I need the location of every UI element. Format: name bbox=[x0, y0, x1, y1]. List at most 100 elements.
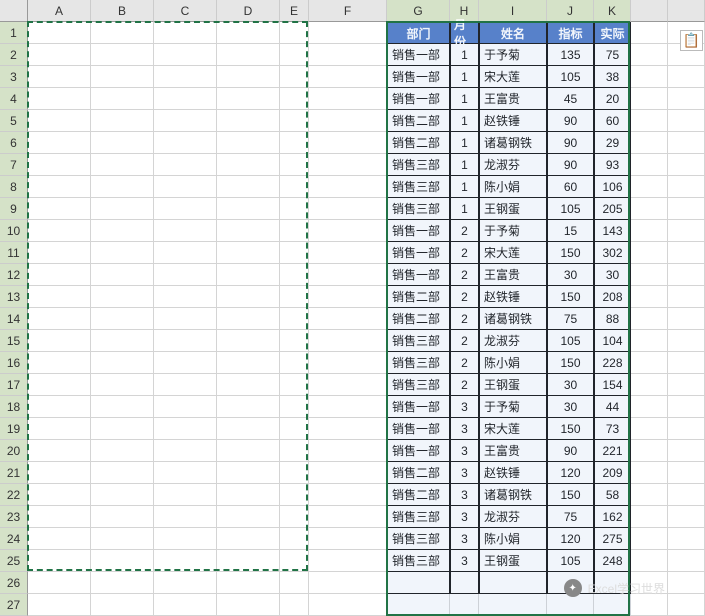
cell-B3[interactable] bbox=[91, 66, 154, 88]
cell-H12[interactable]: 2 bbox=[450, 264, 479, 286]
cell-L12[interactable] bbox=[631, 264, 668, 286]
cell-F10[interactable] bbox=[309, 220, 387, 242]
cell-J6[interactable]: 90 bbox=[547, 132, 594, 154]
cell-C20[interactable] bbox=[154, 440, 217, 462]
cell-G7[interactable]: 销售三部 bbox=[387, 154, 450, 176]
cell-K25[interactable]: 248 bbox=[594, 550, 631, 572]
cell-K4[interactable]: 20 bbox=[594, 88, 631, 110]
cell-C2[interactable] bbox=[154, 44, 217, 66]
cell-F12[interactable] bbox=[309, 264, 387, 286]
cell-D18[interactable] bbox=[217, 396, 280, 418]
col-header-E[interactable]: E bbox=[280, 0, 309, 22]
cell-L15[interactable] bbox=[631, 330, 668, 352]
cell-C22[interactable] bbox=[154, 484, 217, 506]
cell-E21[interactable] bbox=[280, 462, 309, 484]
spreadsheet-grid[interactable]: ABCDEFGHIJK1部门月份姓名指标实际2销售一部1于予菊135753销售一… bbox=[0, 0, 705, 616]
cell-I2[interactable]: 于予菊 bbox=[479, 44, 547, 66]
cell-I14[interactable]: 诸葛钢铁 bbox=[479, 308, 547, 330]
cell-C17[interactable] bbox=[154, 374, 217, 396]
cell-J4[interactable]: 45 bbox=[547, 88, 594, 110]
cell-C6[interactable] bbox=[154, 132, 217, 154]
cell-L9[interactable] bbox=[631, 198, 668, 220]
cell-B13[interactable] bbox=[91, 286, 154, 308]
cell-F11[interactable] bbox=[309, 242, 387, 264]
cell-J27[interactable] bbox=[547, 594, 594, 616]
cell-K7[interactable]: 93 bbox=[594, 154, 631, 176]
cell-B12[interactable] bbox=[91, 264, 154, 286]
cell-D11[interactable] bbox=[217, 242, 280, 264]
cell-A22[interactable] bbox=[28, 484, 91, 506]
row-header-7[interactable]: 7 bbox=[0, 154, 28, 176]
cell-G12[interactable]: 销售一部 bbox=[387, 264, 450, 286]
cell-I8[interactable]: 陈小娟 bbox=[479, 176, 547, 198]
cell-D26[interactable] bbox=[217, 572, 280, 594]
cell-K15[interactable]: 104 bbox=[594, 330, 631, 352]
cell-A17[interactable] bbox=[28, 374, 91, 396]
cell-L13[interactable] bbox=[631, 286, 668, 308]
row-header-14[interactable]: 14 bbox=[0, 308, 28, 330]
cell-H16[interactable]: 2 bbox=[450, 352, 479, 374]
cell-E3[interactable] bbox=[280, 66, 309, 88]
cell-K6[interactable]: 29 bbox=[594, 132, 631, 154]
cell-K18[interactable]: 44 bbox=[594, 396, 631, 418]
cell-M20[interactable] bbox=[668, 440, 705, 462]
col-header-J[interactable]: J bbox=[547, 0, 594, 22]
cell-I21[interactable]: 赵铁锤 bbox=[479, 462, 547, 484]
cell-K11[interactable]: 302 bbox=[594, 242, 631, 264]
cell-H21[interactable]: 3 bbox=[450, 462, 479, 484]
cell-L8[interactable] bbox=[631, 176, 668, 198]
cell-K2[interactable]: 75 bbox=[594, 44, 631, 66]
cell-B19[interactable] bbox=[91, 418, 154, 440]
cell-D20[interactable] bbox=[217, 440, 280, 462]
col-header-C[interactable]: C bbox=[154, 0, 217, 22]
cell-H23[interactable]: 3 bbox=[450, 506, 479, 528]
cell-A5[interactable] bbox=[28, 110, 91, 132]
cell-G24[interactable]: 销售三部 bbox=[387, 528, 450, 550]
cell-D4[interactable] bbox=[217, 88, 280, 110]
cell-J21[interactable]: 120 bbox=[547, 462, 594, 484]
cell-A24[interactable] bbox=[28, 528, 91, 550]
row-header-8[interactable]: 8 bbox=[0, 176, 28, 198]
cell-L19[interactable] bbox=[631, 418, 668, 440]
col-header-I[interactable]: I bbox=[479, 0, 547, 22]
cell-J2[interactable]: 135 bbox=[547, 44, 594, 66]
cell-K10[interactable]: 143 bbox=[594, 220, 631, 242]
cell-F1[interactable] bbox=[309, 22, 387, 44]
cell-A15[interactable] bbox=[28, 330, 91, 352]
cell-H4[interactable]: 1 bbox=[450, 88, 479, 110]
cell-M19[interactable] bbox=[668, 418, 705, 440]
cell-L14[interactable] bbox=[631, 308, 668, 330]
cell-M25[interactable] bbox=[668, 550, 705, 572]
cell-D9[interactable] bbox=[217, 198, 280, 220]
row-header-24[interactable]: 24 bbox=[0, 528, 28, 550]
cell-H19[interactable]: 3 bbox=[450, 418, 479, 440]
cell-F9[interactable] bbox=[309, 198, 387, 220]
cell-B2[interactable] bbox=[91, 44, 154, 66]
cell-E20[interactable] bbox=[280, 440, 309, 462]
cell-L23[interactable] bbox=[631, 506, 668, 528]
cell-F27[interactable] bbox=[309, 594, 387, 616]
cell-M7[interactable] bbox=[668, 154, 705, 176]
cell-B14[interactable] bbox=[91, 308, 154, 330]
cell-E5[interactable] bbox=[280, 110, 309, 132]
row-header-27[interactable]: 27 bbox=[0, 594, 28, 616]
cell-F18[interactable] bbox=[309, 396, 387, 418]
cell-H13[interactable]: 2 bbox=[450, 286, 479, 308]
cell-D1[interactable] bbox=[217, 22, 280, 44]
cell-J7[interactable]: 90 bbox=[547, 154, 594, 176]
cell-J22[interactable]: 150 bbox=[547, 484, 594, 506]
cell-H3[interactable]: 1 bbox=[450, 66, 479, 88]
cell-A26[interactable] bbox=[28, 572, 91, 594]
cell-E19[interactable] bbox=[280, 418, 309, 440]
cell-B10[interactable] bbox=[91, 220, 154, 242]
cell-F16[interactable] bbox=[309, 352, 387, 374]
cell-I15[interactable]: 龙淑芬 bbox=[479, 330, 547, 352]
cell-I17[interactable]: 王钢蛋 bbox=[479, 374, 547, 396]
cell-H9[interactable]: 1 bbox=[450, 198, 479, 220]
cell-H8[interactable]: 1 bbox=[450, 176, 479, 198]
cell-E16[interactable] bbox=[280, 352, 309, 374]
cell-G9[interactable]: 销售三部 bbox=[387, 198, 450, 220]
row-header-2[interactable]: 2 bbox=[0, 44, 28, 66]
cell-B25[interactable] bbox=[91, 550, 154, 572]
cell-M8[interactable] bbox=[668, 176, 705, 198]
